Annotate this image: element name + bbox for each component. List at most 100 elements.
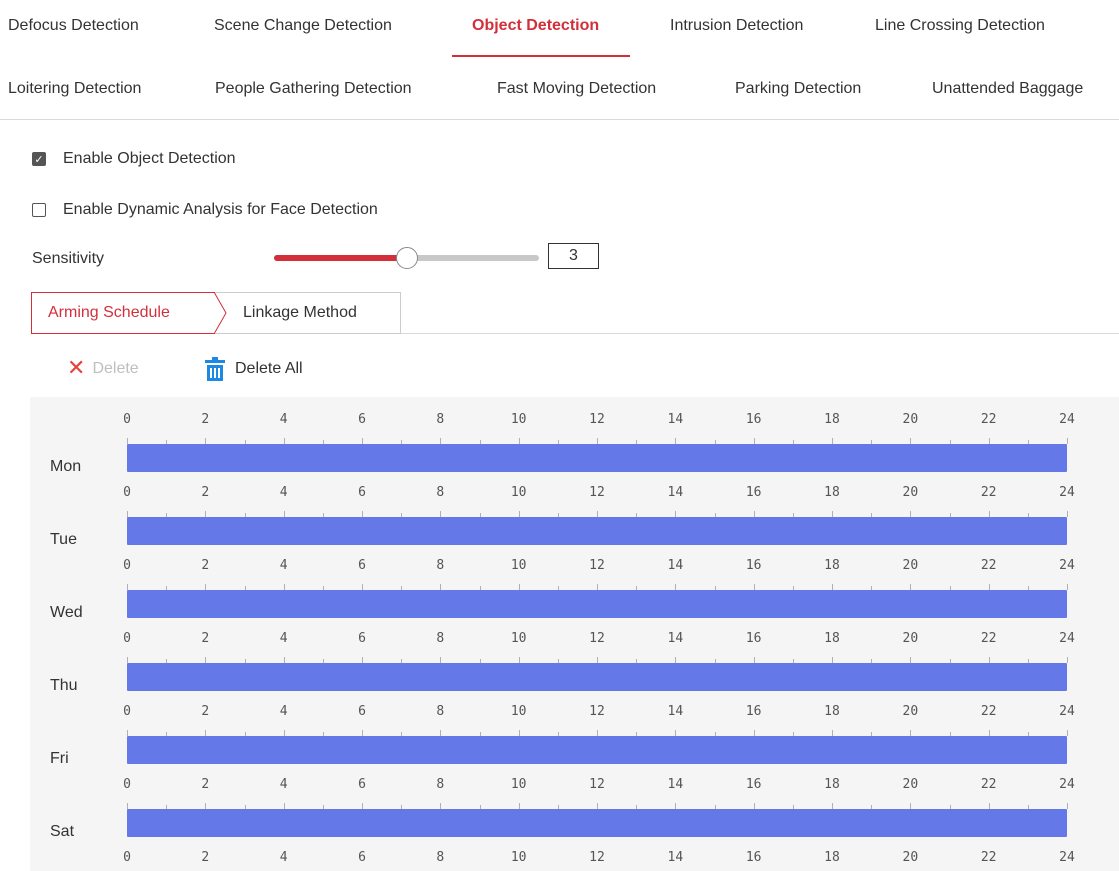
hour-ticks xyxy=(127,582,1068,590)
hour-label: 6 xyxy=(358,412,366,427)
hour-label: 6 xyxy=(358,631,366,646)
hour-label: 22 xyxy=(980,631,997,646)
hour-label: 22 xyxy=(980,777,997,792)
hour-label: 20 xyxy=(902,777,919,792)
tab-object-detection[interactable]: Object Detection xyxy=(472,17,599,35)
sensitivity-label: Sensitivity xyxy=(32,250,105,267)
hour-label: 16 xyxy=(745,850,762,865)
hour-label: 2 xyxy=(201,631,210,646)
hour-label: 10 xyxy=(510,558,527,573)
hour-label: 24 xyxy=(1059,412,1075,427)
hour-label: 2 xyxy=(201,412,210,427)
hour-label: 0 xyxy=(123,558,131,573)
enable-object-detection-label: Enable Object Detection xyxy=(63,150,236,167)
schedule-row-wed[interactable]: 0 2 4 6 8 10 12 14 16 18 20 22 24 Wed xyxy=(30,532,1119,621)
hour-label: 24 xyxy=(1059,485,1075,500)
tab-fast-moving-detection[interactable]: Fast Moving Detection xyxy=(497,80,656,98)
hour-label: 12 xyxy=(589,485,605,500)
hour-label: 4 xyxy=(279,777,288,792)
arming-schedule-grid[interactable]: 0 2 4 6 8 10 12 14 16 18 20 22 24 Mon 0 2 4 6 8 10 12 14 16 18 2… xyxy=(30,397,1119,871)
hour-label: 6 xyxy=(358,850,366,865)
enable-object-detection-row[interactable]: Enable Object Detection xyxy=(32,150,236,168)
hour-label: 14 xyxy=(667,777,684,792)
hour-label: 12 xyxy=(589,558,605,573)
delete-button[interactable]: ✕ Delete xyxy=(67,357,139,381)
hour-label: 14 xyxy=(667,631,684,646)
hour-label: 2 xyxy=(201,850,210,865)
enable-dynamic-analysis-checkbox[interactable] xyxy=(32,203,46,217)
hour-label: 22 xyxy=(980,412,997,427)
active-tab-indicator xyxy=(452,55,630,57)
schedule-row-tue[interactable]: 0 2 4 6 8 10 12 14 16 18 20 22 24 Tue xyxy=(30,459,1119,548)
schedule-row-fri[interactable]: 0 2 4 6 8 10 12 14 16 18 20 22 24 Fri xyxy=(30,678,1119,767)
hour-label: 14 xyxy=(667,850,684,865)
enable-object-detection-checkbox[interactable] xyxy=(32,152,46,166)
hour-label: 18 xyxy=(824,485,840,500)
hour-label: 4 xyxy=(279,485,288,500)
subtab-arming-schedule[interactable]: Arming Schedule xyxy=(31,292,215,334)
delete-all-button[interactable]: Delete All xyxy=(204,357,303,381)
hour-label: 8 xyxy=(436,850,445,865)
enable-dynamic-analysis-row[interactable]: Enable Dynamic Analysis for Face Detecti… xyxy=(32,201,378,219)
hour-label: 10 xyxy=(510,485,527,500)
tab-people-gathering-detection[interactable]: People Gathering Detection xyxy=(215,80,412,98)
hour-label: 20 xyxy=(902,631,919,646)
schedule-row-thu[interactable]: 0 2 4 6 8 10 12 14 16 18 20 22 24 Thu xyxy=(30,605,1119,694)
tab-parking-detection[interactable]: Parking Detection xyxy=(735,80,861,98)
hour-label: 16 xyxy=(745,704,762,719)
hour-label: 16 xyxy=(745,412,762,427)
hour-label: 6 xyxy=(358,704,366,719)
hour-label: 4 xyxy=(279,704,288,719)
hour-tick xyxy=(1067,511,1068,517)
hour-label: 8 xyxy=(436,412,445,427)
hour-label: 16 xyxy=(745,631,762,646)
hour-label: 24 xyxy=(1059,850,1075,865)
sensitivity-slider-thumb[interactable] xyxy=(395,247,418,269)
tabs-divider xyxy=(0,119,1119,120)
schedule-row-sun[interactable]: 024681012141618202224Sun xyxy=(30,824,1119,871)
close-icon: ✕ xyxy=(67,356,86,381)
hour-label: 18 xyxy=(824,777,840,792)
hour-ticks xyxy=(127,436,1068,444)
hour-tick xyxy=(1067,438,1068,444)
hour-label: 20 xyxy=(902,850,919,865)
hour-ticks xyxy=(127,728,1068,736)
hour-label: 0 xyxy=(123,631,131,646)
detection-tabs-row-2: Loitering Detection People Gathering Det… xyxy=(0,63,1119,115)
hour-label: 18 xyxy=(824,850,840,865)
sensitivity-slider[interactable] xyxy=(274,247,539,269)
hour-label: 0 xyxy=(123,485,131,500)
hour-label: 10 xyxy=(510,777,527,792)
tab-unattended-baggage[interactable]: Unattended Baggage xyxy=(932,80,1083,98)
delete-all-button-label: Delete All xyxy=(235,360,303,377)
hour-label: 12 xyxy=(589,631,605,646)
hour-label: 8 xyxy=(436,558,445,573)
hour-label: 4 xyxy=(279,412,288,427)
sensitivity-value-input[interactable]: 3 xyxy=(548,243,599,269)
hour-label: 20 xyxy=(902,485,919,500)
subtabs-divider xyxy=(401,333,1119,334)
delete-button-label: Delete xyxy=(92,360,139,377)
hour-label: 10 xyxy=(510,704,527,719)
hour-label: 18 xyxy=(824,631,840,646)
tab-defocus-detection[interactable]: Defocus Detection xyxy=(8,17,139,35)
tab-intrusion-detection[interactable]: Intrusion Detection xyxy=(670,17,803,35)
hour-label: 6 xyxy=(358,558,366,573)
hour-label: 8 xyxy=(436,704,445,719)
schedule-row-sat[interactable]: 0 2 4 6 8 10 12 14 16 18 20 22 24 Sat xyxy=(30,751,1119,840)
schedule-row-mon[interactable]: 0 2 4 6 8 10 12 14 16 18 20 22 24 Mon xyxy=(30,397,1119,475)
hour-label: 2 xyxy=(201,704,210,719)
subtab-linkage-method[interactable]: Linkage Method xyxy=(215,292,401,334)
hour-label: 12 xyxy=(589,704,605,719)
tab-loitering-detection[interactable]: Loitering Detection xyxy=(8,80,141,98)
hour-label: 4 xyxy=(279,558,288,573)
hour-label: 20 xyxy=(902,558,919,573)
hour-label: 20 xyxy=(902,704,919,719)
hour-tick xyxy=(1067,803,1068,809)
trash-icon xyxy=(205,357,225,381)
hour-label: 16 xyxy=(745,558,762,573)
hour-label: 22 xyxy=(980,485,997,500)
hour-ticks xyxy=(127,509,1068,517)
tab-line-crossing-detection[interactable]: Line Crossing Detection xyxy=(875,17,1045,35)
tab-scene-change-detection[interactable]: Scene Change Detection xyxy=(214,17,392,35)
